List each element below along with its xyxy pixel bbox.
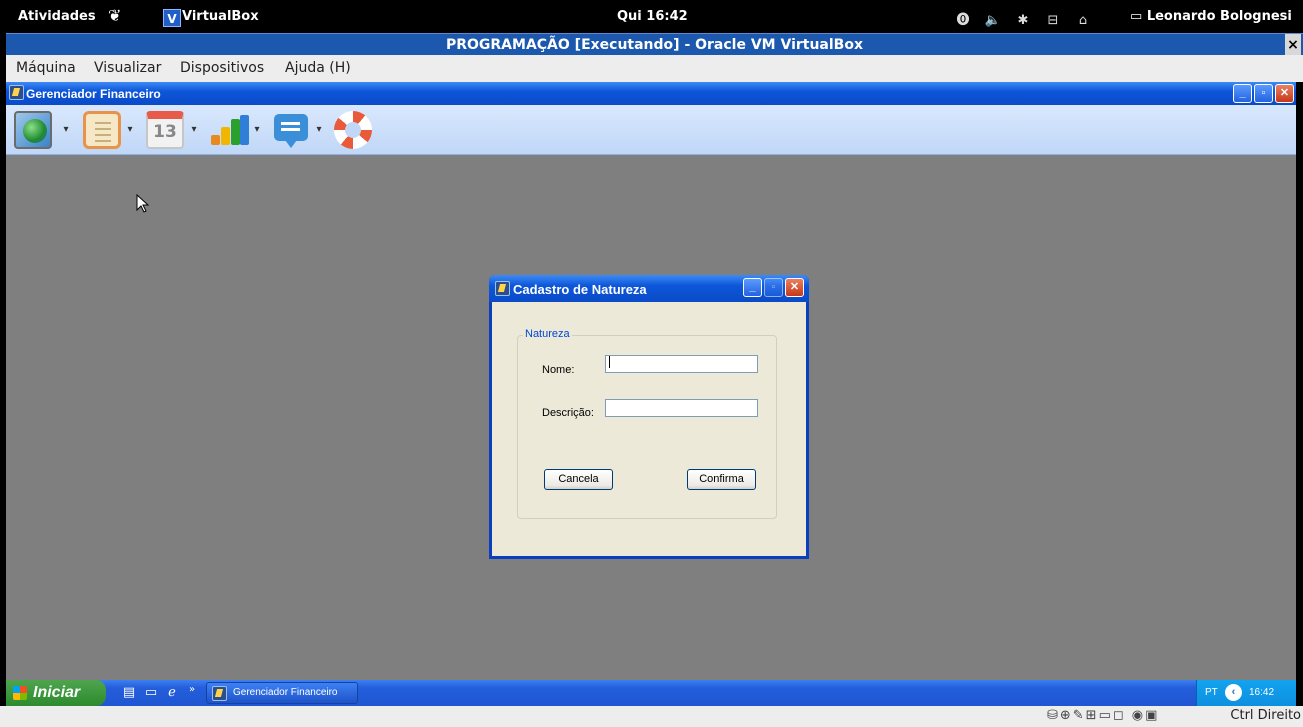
- gnome-top-bar: Atividades ❦ V VirtualBox Qui 16:42 ⓿ 🔈 ✱ ⊟ ⌂…: [0, 0, 1303, 33]
- host-key-label: Ctrl Direito: [1230, 708, 1301, 723]
- chevron-down-icon[interactable]: ▾: [253, 125, 261, 135]
- lifebuoy-help-icon[interactable]: [334, 111, 372, 149]
- xp-system-tray: PT ‹ 16:42: [1196, 680, 1296, 706]
- chevron-down-icon[interactable]: ▾: [126, 125, 134, 135]
- bluetooth-icon[interactable]: ✱: [1008, 13, 1038, 28]
- app-window-controls: _ ▫ ✕: [1233, 84, 1294, 103]
- chat-icon: ▭: [1130, 9, 1147, 24]
- menu-ajuda[interactable]: Ajuda (H): [285, 60, 351, 76]
- menu-dispositivos[interactable]: Dispositivos: [180, 60, 264, 76]
- dialog-title-bar[interactable]: Cadastro de Natureza _ ▫ ✕: [489, 275, 809, 302]
- app-title: Gerenciador Financeiro: [26, 87, 161, 101]
- maximize-button[interactable]: ▫: [1254, 84, 1273, 103]
- bar-chart-bar: [240, 115, 249, 145]
- chevron-right-icon[interactable]: »: [184, 682, 200, 698]
- dialog-window-controls: _ ▫ ✕: [743, 278, 804, 297]
- close-button[interactable]: ✕: [785, 278, 804, 297]
- network-icon[interactable]: ⊟: [1038, 13, 1068, 28]
- user-name: Leonardo Bolognesi: [1146, 9, 1292, 24]
- description-field[interactable]: [605, 399, 758, 417]
- language-indicator[interactable]: PT: [1205, 687, 1218, 698]
- bar-chart-bar: [231, 119, 240, 145]
- window-icon[interactable]: ▭: [143, 685, 159, 701]
- activities-button[interactable]: Atividades: [18, 9, 96, 24]
- minimize-button[interactable]: _: [1233, 84, 1252, 103]
- confirm-button[interactable]: Confirma: [687, 469, 756, 490]
- chevron-down-icon[interactable]: ▾: [190, 125, 198, 135]
- volume-icon[interactable]: 🔈: [978, 13, 1008, 28]
- windows-logo-icon: [13, 686, 27, 700]
- app-icon: [212, 686, 227, 701]
- start-label: Iniciar: [33, 684, 81, 701]
- app-toolbar: ▾ ▾ 13 ▾ ▾ ▾: [6, 105, 1296, 155]
- bar-chart-bar: [221, 127, 230, 145]
- dialog-title: Cadastro de Natureza: [513, 282, 647, 297]
- message-bubble: [274, 114, 308, 141]
- vbox-device-icons[interactable]: ⛁⊕✎⊞▭◻ ◉▣: [1047, 708, 1159, 723]
- chevron-down-icon[interactable]: ▾: [315, 125, 323, 135]
- maximize-button: ▫: [764, 278, 783, 297]
- message-icon[interactable]: [271, 111, 309, 149]
- bar-chart-bar: [211, 135, 220, 145]
- menu-maquina[interactable]: Máquina: [16, 60, 76, 76]
- show-desktop-icon[interactable]: ▤: [121, 685, 137, 701]
- message-bubble-tail: [285, 140, 297, 148]
- chevron-down-icon[interactable]: ▾: [62, 125, 70, 135]
- app-title-bar[interactable]: Gerenciador Financeiro _ ▫ ✕: [6, 82, 1296, 105]
- calendar-icon[interactable]: 13: [146, 111, 184, 149]
- vbox-window-title: PROGRAMAÇÃO [Executando] - Oracle VM Vir…: [445, 37, 864, 53]
- vbox-close-button[interactable]: ×: [1285, 34, 1301, 56]
- minimize-button[interactable]: _: [743, 278, 762, 297]
- taskbar-item-label: Gerenciador Financeiro: [233, 687, 338, 698]
- cadastro-natureza-dialog: Cadastro de Natureza _ ▫ ✕ Natureza Nome…: [489, 275, 809, 559]
- group-label: Natureza: [523, 328, 572, 340]
- clipboard-icon[interactable]: [83, 111, 121, 149]
- start-button[interactable]: Iniciar: [6, 680, 106, 706]
- close-button[interactable]: ✕: [1275, 84, 1294, 103]
- text-caret: [609, 356, 610, 368]
- xp-taskbar: Iniciar ▤ ▭ ℯ » Gerenciador Financeiro P…: [6, 680, 1296, 706]
- clock[interactable]: Qui 16:42: [617, 9, 688, 24]
- vbox-status-bar: ⛁⊕✎⊞▭◻ ◉▣ Ctrl Direito: [0, 706, 1303, 727]
- internet-explorer-icon[interactable]: ℯ: [164, 685, 180, 701]
- menu-visualizar[interactable]: Visualizar: [94, 60, 161, 76]
- description-label: Descrição:: [542, 407, 594, 419]
- gnome-foot-icon[interactable]: ❦: [108, 6, 121, 25]
- chevron-left-icon[interactable]: ‹: [1225, 684, 1242, 701]
- app-menu-label: VirtualBox: [182, 9, 259, 24]
- vbox-window-title-bar[interactable]: PROGRAMAÇÃO [Executando] - Oracle VM Vir…: [6, 33, 1303, 56]
- vbox-menubar: Máquina Visualizar Dispositivos Ajuda (H…: [6, 55, 1303, 82]
- globe-map-icon[interactable]: [14, 111, 52, 149]
- name-label: Nome:: [542, 364, 575, 376]
- app-icon: [9, 85, 24, 100]
- virtualbox-logo-icon: V: [163, 9, 181, 27]
- app-icon: [495, 281, 510, 296]
- guest-screen: Gerenciador Financeiro _ ▫ ✕ ▾ ▾ 13 ▾ ▾ …: [6, 82, 1296, 706]
- taskbar-clock: 16:42: [1249, 687, 1275, 698]
- user-menu[interactable]: ▭ Leonardo Bolognesi: [1130, 9, 1292, 24]
- bar-chart-icon[interactable]: [209, 111, 249, 149]
- battery-icon[interactable]: ⌂: [1068, 13, 1098, 28]
- cancel-button[interactable]: Cancela: [544, 469, 613, 490]
- system-tray: ⓿ 🔈 ✱ ⊟ ⌂: [948, 9, 1098, 28]
- taskbar-item-gerenciador[interactable]: Gerenciador Financeiro: [206, 682, 358, 704]
- accessibility-icon[interactable]: ⓿: [948, 9, 978, 28]
- name-field[interactable]: [605, 355, 758, 373]
- app-menu-virtualbox[interactable]: V VirtualBox: [163, 9, 259, 27]
